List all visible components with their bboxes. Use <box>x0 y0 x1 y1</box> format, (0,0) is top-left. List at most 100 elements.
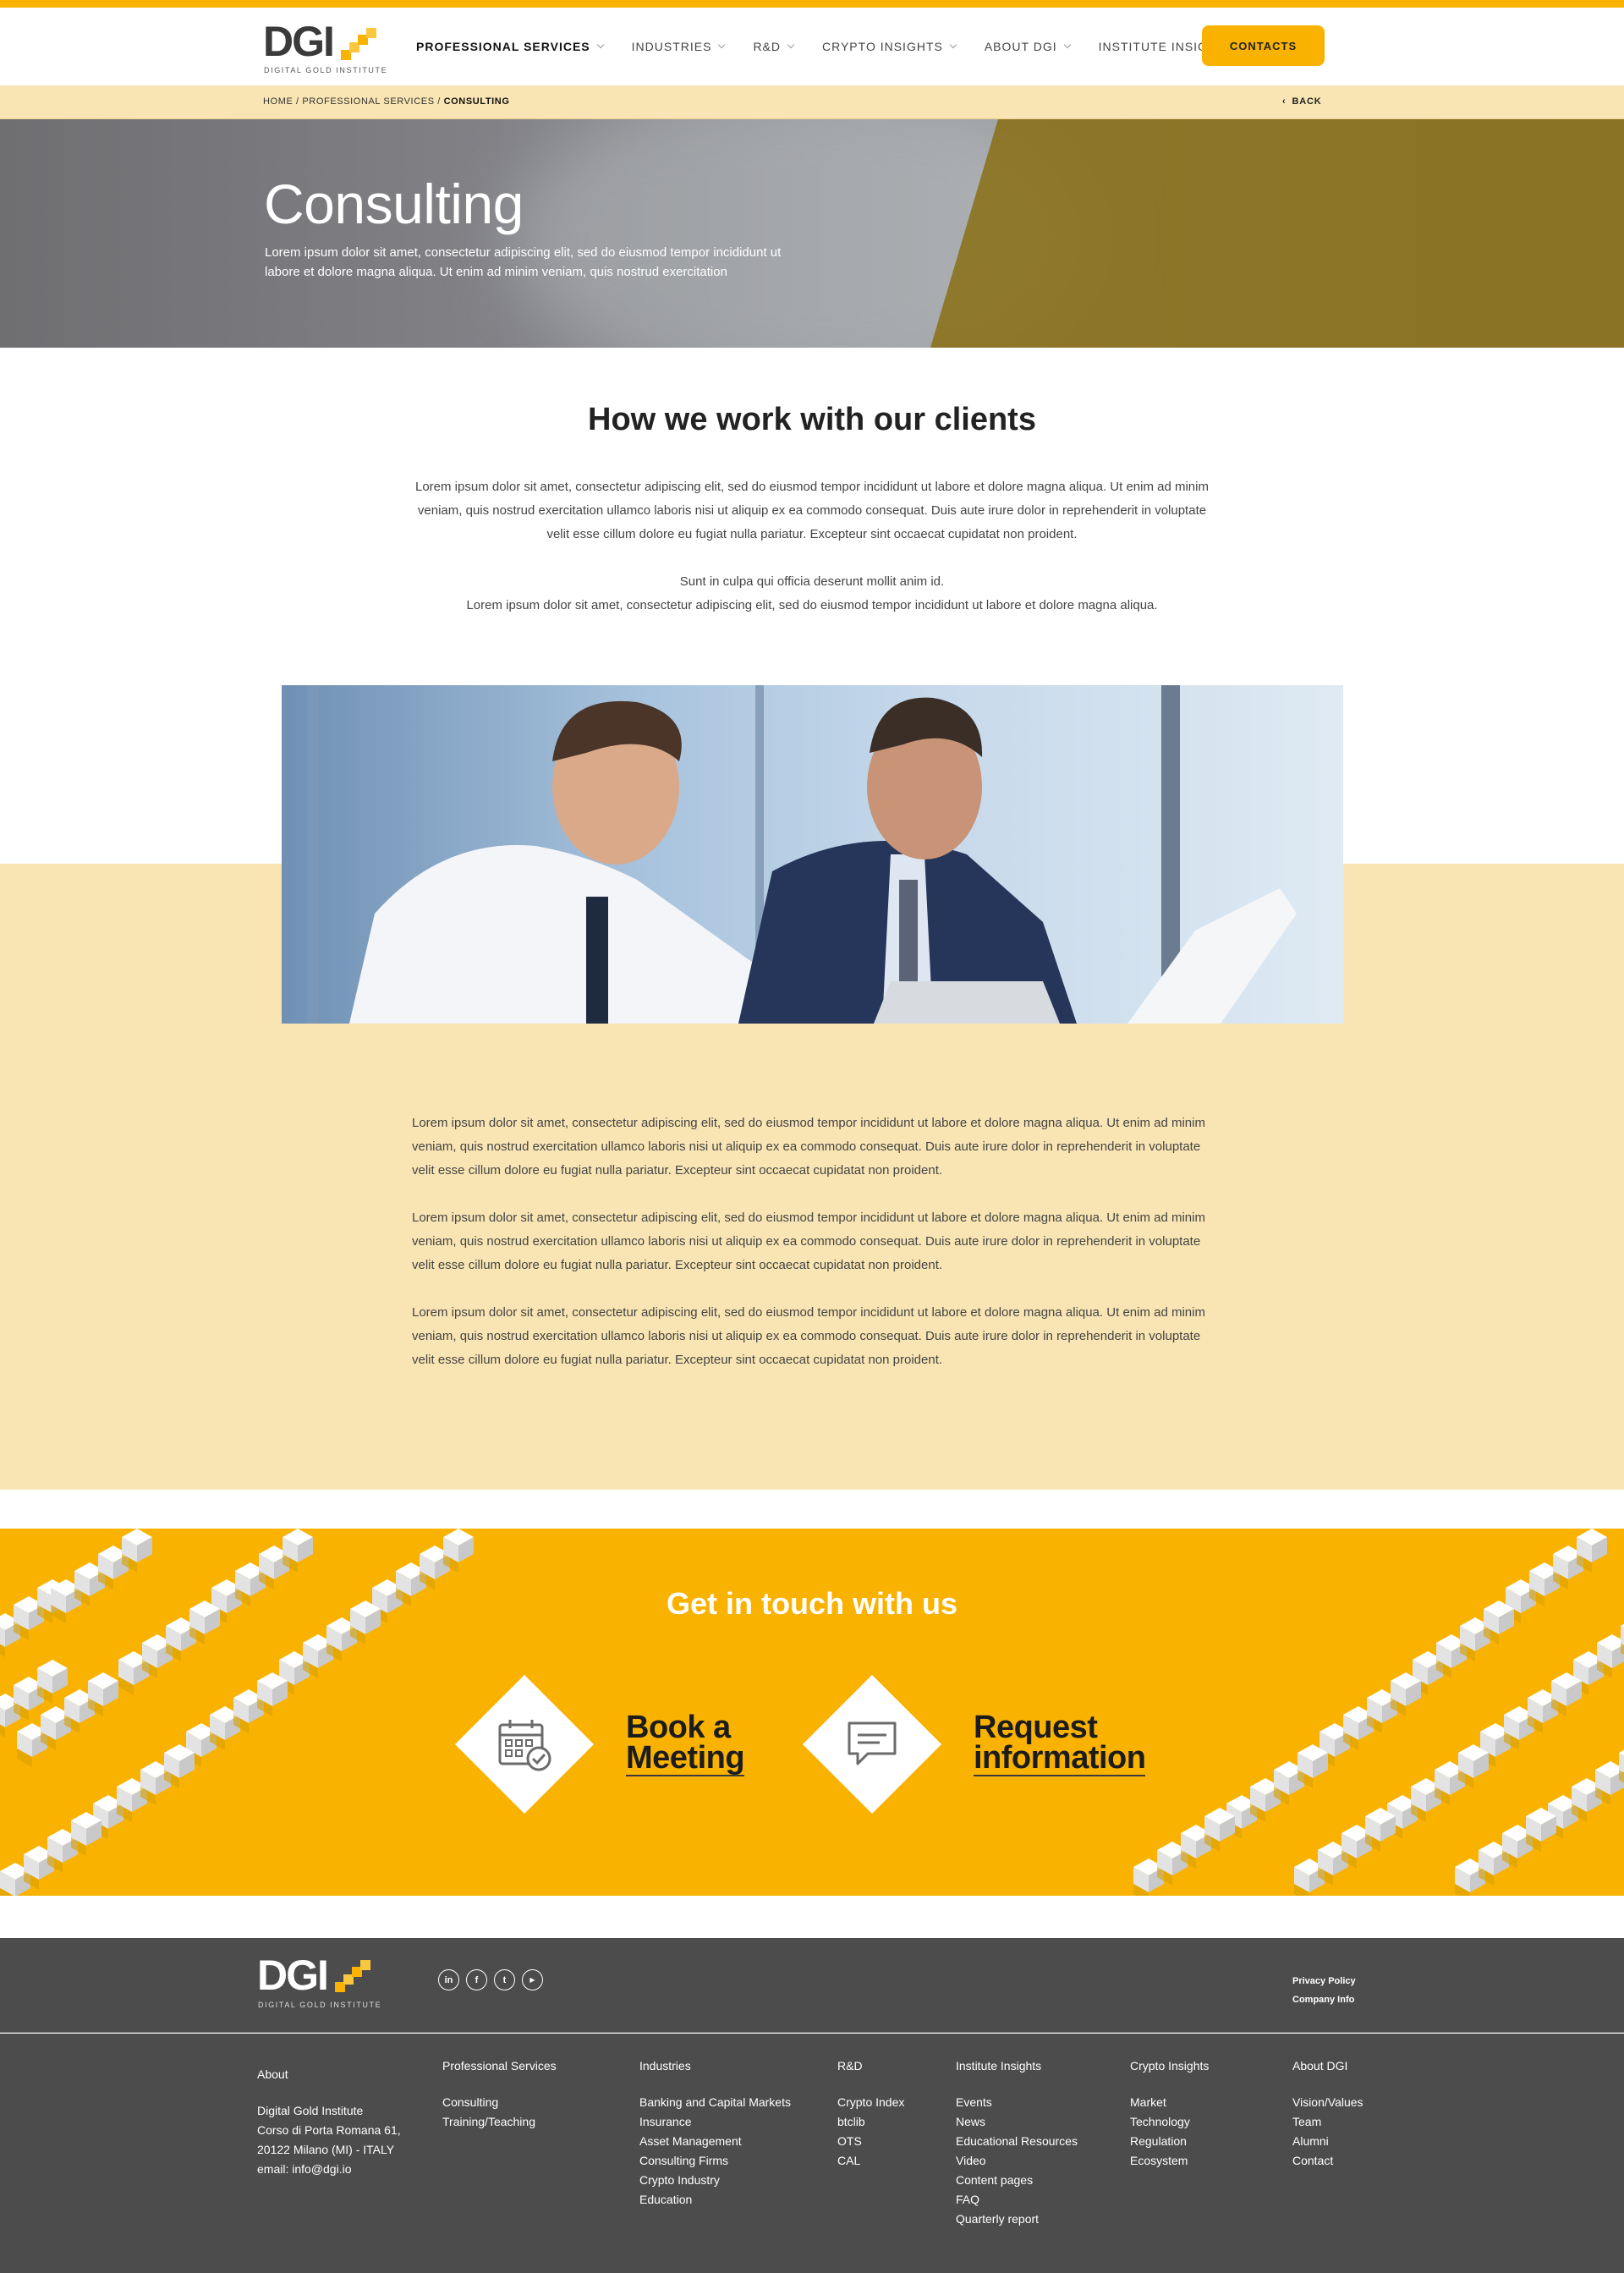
youtube-icon[interactable]: ▶ <box>522 1969 543 1990</box>
footer-link[interactable]: Quarterly report <box>956 2210 1078 2229</box>
footer-col-professional-services: Professional Services Consulting Trainin… <box>442 2059 557 2132</box>
footer-link[interactable]: OTS <box>837 2132 904 2151</box>
nav-industries[interactable]: INDUSTRIES <box>631 40 726 53</box>
footer-address-line: Corso di Porta Romana 61, <box>257 2123 401 2137</box>
footer-col-title[interactable]: About DGI <box>1292 2059 1363 2073</box>
footer-link[interactable]: Contact <box>1292 2151 1363 2171</box>
calendar-check-icon <box>498 1720 551 1771</box>
dgi-logo[interactable]: DGI DIGITAL GOLD INSTITUTE <box>263 19 390 75</box>
contacts-button[interactable]: CONTACTS <box>1202 25 1325 66</box>
footer-link[interactable]: Video <box>956 2151 1078 2171</box>
footer-col-title[interactable]: Industries <box>639 2059 791 2073</box>
footer-link[interactable]: Educational Resources <box>956 2132 1078 2151</box>
nav-about-dgi[interactable]: ABOUT DGI <box>984 40 1071 53</box>
footer-address-line: Digital Gold Institute <box>257 2104 364 2117</box>
footer-logo-wordmark: DGI <box>257 1952 329 1999</box>
privacy-policy-link[interactable]: Privacy Policy <box>1292 1972 1356 1990</box>
request-information-card[interactable]: Request information <box>802 1674 1146 1815</box>
chevron-down-icon <box>949 41 957 49</box>
footer-address-line: 20122 Milano (MI) - ITALY <box>257 2143 395 2156</box>
footer-link[interactable]: CAL <box>837 2151 904 2171</box>
footer-link[interactable]: Ecosystem <box>1130 2151 1209 2171</box>
nav-rd[interactable]: R&D <box>753 40 795 53</box>
chevron-left-icon: ‹ <box>1282 96 1287 107</box>
company-info-link[interactable]: Company Info <box>1292 1990 1356 2009</box>
breadcrumb-current: CONSULTING <box>443 96 510 107</box>
breadcrumb-home[interactable]: HOME <box>263 96 293 107</box>
footer-link[interactable]: Banking and Capital Markets <box>639 2093 791 2112</box>
footer-link[interactable]: Team <box>1292 2112 1363 2132</box>
office-meeting-image <box>282 685 1343 1024</box>
nav-label: INDUSTRIES <box>631 40 712 53</box>
logo-subtitle: DIGITAL GOLD INSTITUTE <box>264 66 388 74</box>
footer-col-title: About <box>257 2067 288 2081</box>
request-information-diamond <box>802 1674 942 1815</box>
footer-col-rd: R&D Crypto Index btclib OTS CAL <box>837 2059 904 2171</box>
breadcrumb-professional-services[interactable]: PROFESSIONAL SERVICES <box>302 96 434 107</box>
footer-link[interactable]: Events <box>956 2093 1078 2112</box>
footer-col-title[interactable]: R&D <box>837 2059 904 2073</box>
book-meeting-diamond <box>454 1674 595 1815</box>
chevron-down-icon <box>596 41 604 49</box>
footer-logo[interactable]: DGI DIGITAL GOLD INSTITUTE <box>257 1953 392 2012</box>
footer-link[interactable]: Vision/Values <box>1292 2093 1363 2112</box>
footer-email[interactable]: email: info@dgi.io <box>257 2160 401 2179</box>
body-paragraph: Lorem ipsum dolor sit amet, consectetur … <box>412 1305 1205 1367</box>
intro-text: Lorem ipsum dolor sit amet, consectetur … <box>406 475 1218 618</box>
footer-link[interactable]: Alumni <box>1292 2132 1363 2151</box>
cube-pattern-decoration <box>0 1529 1624 1896</box>
body-text: Lorem ipsum dolor sit amet, consectetur … <box>412 1112 1212 1396</box>
footer-col-title[interactable]: Professional Services <box>442 2059 557 2073</box>
footer-link[interactable]: Consulting Firms <box>639 2151 791 2171</box>
logo-wordmark: DGI <box>263 18 335 65</box>
breadcrumb-bar: HOME / PROFESSIONAL SERVICES / CONSULTIN… <box>0 85 1624 119</box>
site-header: DGI DIGITAL GOLD INSTITUTE PROFESSIONAL … <box>0 8 1624 85</box>
footer-col-title[interactable]: Institute Insights <box>956 2059 1078 2073</box>
footer-link[interactable]: FAQ <box>956 2190 1078 2210</box>
footer-col-about-dgi: About DGI Vision/Values Team Alumni Cont… <box>1292 2059 1363 2171</box>
cta-title: Get in touch with us <box>667 1586 957 1621</box>
footer-col-title[interactable]: Crypto Insights <box>1130 2059 1209 2073</box>
hero-banner: Consulting Lorem ipsum dolor sit amet, c… <box>0 119 1624 348</box>
footer-link[interactable]: Market <box>1130 2093 1209 2112</box>
nav-professional-services[interactable]: PROFESSIONAL SERVICES <box>416 40 604 53</box>
footer-col-institute-insights: Institute Insights Events News Education… <box>956 2059 1078 2229</box>
breadcrumb-separator: / <box>434 96 444 107</box>
page-title: Consulting <box>264 173 524 235</box>
footer-link[interactable]: Consulting <box>442 2093 557 2112</box>
footer-col-crypto-insights: Crypto Insights Market Technology Regula… <box>1130 2059 1209 2171</box>
logo-steps-icon <box>341 28 376 60</box>
breadcrumb: HOME / PROFESSIONAL SERVICES / CONSULTIN… <box>263 96 510 107</box>
cta-label-line: information <box>974 1740 1146 1776</box>
linkedin-icon[interactable]: in <box>438 1969 459 1990</box>
footer-link[interactable]: Crypto Industry <box>639 2171 791 2190</box>
footer-col-about: About Digital Gold Institute Corso di Po… <box>257 2067 401 2179</box>
intro-paragraph: Lorem ipsum dolor sit amet, consectetur … <box>415 480 1209 541</box>
footer-link[interactable]: Insurance <box>639 2112 791 2132</box>
footer-link[interactable]: Crypto Index <box>837 2093 904 2112</box>
nav-label: ABOUT DGI <box>984 40 1057 53</box>
intro-paragraph: Sunt in culpa qui officia deserunt molli… <box>406 570 1218 618</box>
back-link[interactable]: ‹ BACK <box>1282 96 1321 107</box>
twitter-icon[interactable]: t <box>494 1969 515 1990</box>
intro-line: Lorem ipsum dolor sit amet, consectetur … <box>466 598 1158 612</box>
footer-link[interactable]: Asset Management <box>639 2132 791 2151</box>
footer-link[interactable]: btclib <box>837 2112 904 2132</box>
nav-label: CRYPTO INSIGHTS <box>822 40 943 53</box>
footer-link[interactable]: Technology <box>1130 2112 1209 2132</box>
book-meeting-card[interactable]: Book a Meeting <box>454 1674 745 1815</box>
footer-link[interactable]: News <box>956 2112 1078 2132</box>
footer-link[interactable]: Education <box>639 2190 791 2210</box>
section-title: How we work with our clients <box>588 402 1036 437</box>
consulting-photo <box>282 685 1343 1024</box>
footer-link[interactable]: Regulation <box>1130 2132 1209 2151</box>
top-accent-bar <box>0 0 1624 8</box>
facebook-icon[interactable]: f <box>466 1969 487 1990</box>
footer-main: About Digital Gold Institute Corso di Po… <box>0 2034 1624 2273</box>
nav-crypto-insights[interactable]: CRYPTO INSIGHTS <box>822 40 957 53</box>
chevron-down-icon <box>1063 41 1071 49</box>
chevron-down-icon <box>718 41 726 49</box>
footer-link[interactable]: Content pages <box>956 2171 1078 2190</box>
footer-link[interactable]: Training/Teaching <box>442 2112 557 2132</box>
body-paragraph: Lorem ipsum dolor sit amet, consectetur … <box>412 1116 1205 1178</box>
